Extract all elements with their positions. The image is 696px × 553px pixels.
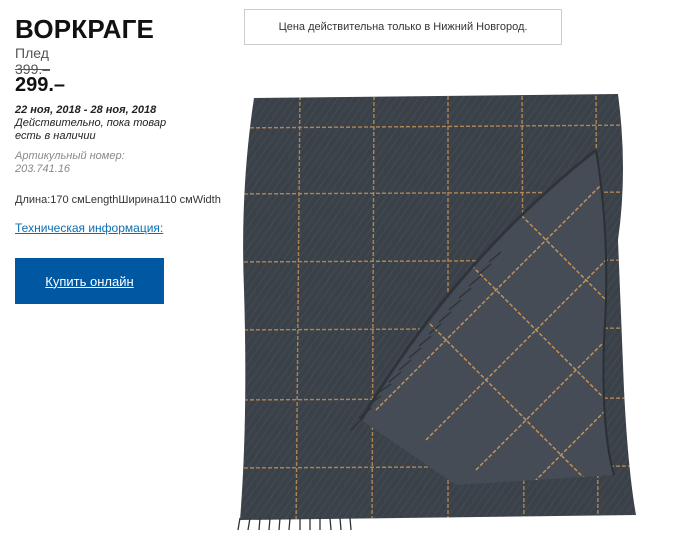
product-type: Плед	[15, 45, 49, 61]
buy-online-button[interactable]: Купить онлайн	[15, 258, 164, 304]
validity-dates: 22 ноя, 2018 - 28 ноя, 2018	[15, 104, 157, 116]
article-number: 203.741.16	[15, 163, 71, 175]
product-dimensions: Длина:170 смLengthШирина110 смWidth	[15, 194, 221, 206]
price-validity: 22 ноя, 2018 - 28 ноя, 2018 Действительн…	[15, 104, 185, 143]
notice-text: Цена действительна только в Нижний Новго…	[278, 21, 528, 33]
article-label: Артикульный номер:	[15, 150, 125, 162]
article-info: Артикульный номер: 203.741.16	[15, 150, 175, 176]
price-region-notice: Цена действительна только в Нижний Новго…	[244, 9, 562, 45]
validity-text: Действительно, пока товар есть в наличии	[15, 117, 167, 142]
technical-info-link[interactable]: Техническая информация:	[15, 221, 163, 235]
product-title: ВОРКРАГЕ	[15, 14, 155, 44]
current-price: 299.–	[15, 74, 66, 96]
product-image	[237, 94, 636, 530]
